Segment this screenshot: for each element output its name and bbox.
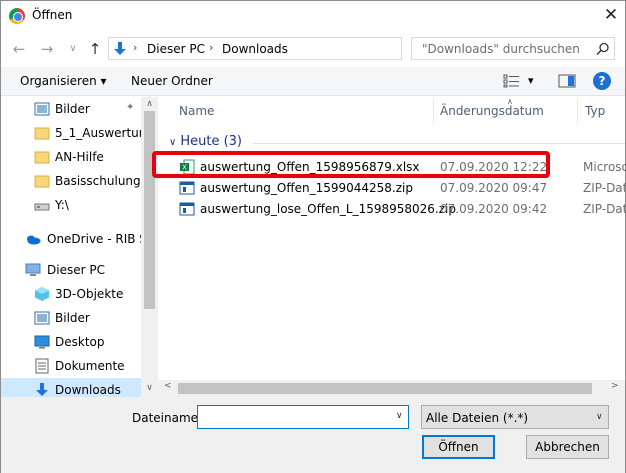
highlight-annotation	[152, 151, 550, 178]
pictures-icon	[34, 311, 50, 325]
sidebar-item-bilder[interactable]: Bilder	[1, 306, 141, 330]
view-options-icon[interactable]	[503, 74, 521, 88]
file-type: Microso	[583, 160, 626, 174]
sidebar-item-label: Bilder	[55, 311, 90, 325]
filetype-value: Alle Dateien (*.*)	[426, 411, 529, 425]
column-header-date[interactable]: Änderungsdatum	[440, 104, 544, 118]
network-drive-icon	[34, 203, 50, 211]
sidebar-item-basisschulung[interactable]: Basisschulung	[1, 169, 141, 193]
zip-file-icon	[179, 181, 195, 195]
pc-icon	[25, 263, 41, 276]
back-button[interactable]: ←	[9, 39, 29, 59]
group-divider	[253, 143, 625, 144]
sidebar-item-dokumente[interactable]: Dokumente	[1, 354, 141, 378]
file-type: ZIP-Date	[583, 181, 626, 195]
zip-file-icon	[179, 202, 195, 216]
view-dropdown-icon[interactable]: ▾	[528, 74, 534, 87]
folder-icon	[34, 175, 50, 188]
sidebar-item-an-hilfe[interactable]: AN-Hilfe	[1, 145, 141, 169]
scroll-up-arrow[interactable]: ∧	[142, 99, 157, 109]
close-button[interactable]: ✕	[599, 4, 623, 28]
filetype-dropdown-icon[interactable]: ∨	[596, 412, 603, 422]
dialog-title: Öffnen	[32, 8, 73, 22]
desktop-icon	[34, 335, 50, 349]
file-date: 07.09.2020 09:42	[440, 202, 548, 216]
downloads-icon	[114, 42, 126, 55]
sidebar-item-label: Y:\	[55, 198, 69, 212]
sidebar-scroll-thumb[interactable]	[144, 111, 155, 309]
filename-label: Dateiname:	[132, 411, 203, 425]
forward-button[interactable]: →	[37, 39, 57, 59]
filename-dropdown-icon[interactable]: ∨	[396, 411, 403, 421]
breadcrumb-separator[interactable]: ›	[209, 41, 213, 54]
group-label: Heute (3)	[180, 134, 242, 149]
sidebar-item-label: 3D-Objekte	[55, 287, 124, 301]
group-header-today[interactable]: ∨ Heute (3)	[169, 134, 242, 149]
pictures-icon	[34, 102, 50, 116]
group-toggle-icon[interactable]: ∨	[169, 137, 176, 148]
column-divider[interactable]	[433, 99, 434, 123]
open-dialog: Öffnen ✕ ← → ∨ ↑ › Dieser PC › Downloads…	[0, 0, 626, 473]
address-bar[interactable]: › Dieser PC › Downloads ∨ ↻	[108, 37, 498, 60]
breadcrumb-dieser-pc[interactable]: Dieser PC	[147, 42, 205, 56]
sidebar-item-label: Desktop	[55, 335, 105, 349]
sidebar-item-label: Bilder	[55, 102, 90, 116]
3d-objects-icon	[35, 287, 49, 301]
sidebar-item-label: Dieser PC	[47, 263, 105, 277]
chrome-icon	[9, 8, 25, 24]
hscroll-thumb[interactable]	[178, 383, 592, 394]
scroll-right-arrow[interactable]: >	[611, 381, 619, 391]
filename-input[interactable]	[197, 405, 409, 429]
sidebar-item-onedrive[interactable]: OneDrive - RIB So	[1, 227, 154, 251]
folder-icon	[34, 127, 50, 140]
file-row[interactable]: auswertung_lose_Offen_L_1598958026.zip 0…	[173, 198, 626, 219]
command-bar: Organisieren ▾ Neuer Ordner ▾ ?	[1, 67, 625, 96]
sidebar-item-label: Basisschulung	[55, 174, 141, 188]
scroll-left-arrow[interactable]: <	[164, 381, 172, 391]
sidebar-item-desktop[interactable]: Desktop	[1, 330, 141, 354]
downloads-icon	[36, 383, 48, 396]
preview-pane-icon[interactable]	[558, 74, 576, 88]
organize-button[interactable]: Organisieren ▾	[20, 74, 107, 88]
onedrive-icon	[27, 235, 41, 245]
up-button[interactable]: ↑	[85, 39, 105, 59]
pin-icon: ✦	[126, 102, 135, 113]
title-bar[interactable]: Öffnen ✕	[1, 1, 625, 31]
cancel-button[interactable]: Abbrechen	[526, 435, 609, 459]
file-row[interactable]: auswertung_Offen_1599044258.zip 07.09.20…	[173, 177, 626, 198]
column-header-type[interactable]: Typ	[585, 104, 605, 118]
sidebar-item-y-drive[interactable]: Y:\	[1, 193, 141, 217]
sidebar-item-3d-objekte[interactable]: 3D-Objekte	[1, 282, 141, 306]
sidebar-item-label: 5_1_Auswertung	[55, 126, 154, 140]
help-icon[interactable]: ?	[593, 72, 611, 90]
sidebar-item-bilder-quick[interactable]: Bilder ✦	[1, 97, 141, 121]
new-folder-button[interactable]: Neuer Ordner	[131, 74, 213, 88]
sidebar-item-dieser-pc[interactable]: Dieser PC	[1, 258, 141, 282]
navigation-pane: Bilder ✦ 5_1_Auswertung AN-Hilfe Basissc…	[1, 97, 157, 397]
folder-icon	[34, 151, 50, 164]
column-divider[interactable]	[577, 99, 578, 123]
file-name: auswertung_Offen_1599044258.zip	[200, 181, 413, 195]
sidebar-item-label: OneDrive - RIB So	[47, 232, 155, 246]
sidebar-item-label: Dokumente	[55, 359, 125, 373]
column-header-name[interactable]: Name	[179, 104, 214, 118]
filetype-select[interactable]: Alle Dateien (*.*) ∨	[421, 405, 609, 429]
sidebar-item-5-1-auswertung[interactable]: 5_1_Auswertung	[1, 121, 154, 145]
sidebar-item-label: Downloads	[55, 383, 121, 397]
search-placeholder[interactable]: "Downloads" durchsuchen	[422, 42, 580, 56]
open-button[interactable]: Öffnen	[422, 435, 495, 459]
search-icon[interactable]	[596, 42, 610, 56]
breadcrumb-separator[interactable]: ›	[133, 41, 137, 54]
search-box[interactable]: "Downloads" durchsuchen	[411, 37, 615, 60]
file-date: 07.09.2020 09:47	[440, 181, 548, 195]
sidebar-item-label: AN-Hilfe	[55, 150, 104, 164]
breadcrumb-downloads[interactable]: Downloads	[222, 42, 288, 56]
file-type: ZIP-Date	[583, 202, 626, 216]
sidebar-item-downloads[interactable]: Downloads	[1, 378, 141, 397]
scroll-down-arrow[interactable]: ∨	[142, 383, 157, 393]
recent-locations-button[interactable]: ∨	[63, 39, 83, 59]
file-name: auswertung_lose_Offen_L_1598958026.zip	[200, 202, 456, 216]
documents-icon	[35, 358, 49, 374]
